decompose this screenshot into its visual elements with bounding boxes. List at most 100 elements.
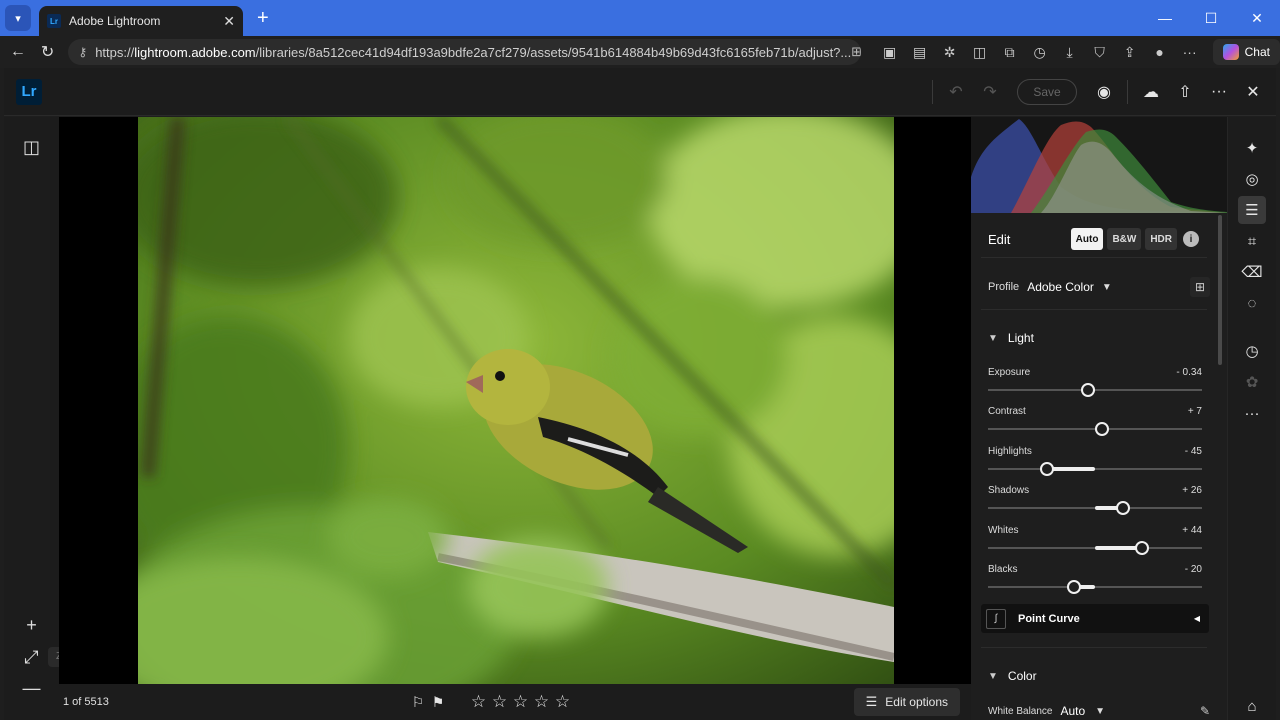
share-icon[interactable]: ⇪: [1115, 44, 1145, 61]
light-section-header[interactable]: ▼ Light: [988, 328, 1188, 348]
versions-clock-icon[interactable]: ◷: [1238, 337, 1266, 365]
slider-track[interactable]: [988, 586, 1202, 588]
star-icon[interactable]: ☆: [510, 692, 531, 712]
extension-icon[interactable]: ▣: [875, 44, 905, 61]
slider-track[interactable]: [988, 468, 1202, 470]
slider-value[interactable]: + 7: [1188, 406, 1202, 417]
app-available-icon[interactable]: ⊞: [851, 44, 860, 59]
eye-icon[interactable]: ◉: [1087, 75, 1121, 109]
slider-knob[interactable]: [1039, 462, 1054, 476]
magic-wand-icon[interactable]: ✦: [1238, 134, 1266, 162]
tab-actions-menu-button[interactable]: ▾: [5, 5, 31, 31]
save-button[interactable]: Save: [1017, 78, 1077, 105]
close-tab-icon[interactable]: ✕: [223, 13, 235, 30]
downloads-icon[interactable]: ⤓: [1055, 44, 1085, 61]
bw-button[interactable]: B&W: [1107, 228, 1142, 250]
slider-knob[interactable]: [1066, 580, 1081, 594]
slider-value[interactable]: - 45: [1185, 446, 1202, 457]
slider-label: Shadows: [988, 485, 1030, 496]
tag-icon[interactable]: ⌂: [1238, 692, 1266, 720]
color-section-header[interactable]: ▼ Color: [988, 666, 1188, 686]
slider-value[interactable]: - 20: [1185, 564, 1202, 575]
star-icon[interactable]: ☆: [489, 692, 510, 712]
auto-button[interactable]: Auto: [1070, 228, 1104, 250]
reject-flag-icon[interactable]: ⚑: [428, 694, 448, 711]
chevron-down-icon[interactable]: ▼: [1102, 282, 1112, 293]
copilot-chat-button[interactable]: Chat: [1212, 39, 1280, 65]
profile-browser-icon[interactable]: ⊞: [1190, 277, 1210, 297]
star-icon[interactable]: ☆: [531, 692, 552, 712]
remix-icon[interactable]: ✿: [1238, 368, 1266, 396]
history-icon[interactable]: ◷: [1025, 44, 1055, 61]
exposure-slider[interactable]: Exposure - 0.34: [988, 367, 1202, 397]
crop-icon[interactable]: ⌗: [1238, 227, 1266, 255]
edit-sliders-icon[interactable]: ☰: [1238, 196, 1266, 224]
profile-label: Profile: [988, 281, 1020, 293]
edit-options-label: Edit options: [885, 695, 948, 709]
maximize-icon[interactable]: ☐: [1188, 0, 1234, 36]
window-controls: — ☐ ✕: [1142, 0, 1280, 36]
white-balance-row: White Balance Auto ▼ ✎: [988, 702, 1210, 720]
slider-value[interactable]: - 0.34: [1176, 367, 1202, 378]
refresh-icon[interactable]: ↻: [33, 37, 63, 67]
whites-slider[interactable]: Whites + 44: [988, 525, 1202, 555]
collections-icon[interactable]: ⧉: [995, 44, 1025, 61]
url-field[interactable]: ⚷ https://lightroom.adobe.com/libraries/…: [68, 39, 861, 65]
undo-icon[interactable]: ↶: [939, 75, 973, 109]
chevron-down-icon[interactable]: ▼: [1095, 706, 1105, 717]
profile-avatar-icon[interactable]: ●: [1145, 44, 1175, 60]
contrast-slider[interactable]: Contrast + 7: [988, 406, 1202, 436]
slider-track[interactable]: [988, 389, 1202, 391]
star-icon[interactable]: ☆: [468, 692, 489, 712]
eyedropper-icon[interactable]: ✎: [1200, 704, 1210, 718]
profile-dropdown-value[interactable]: Adobe Color: [1027, 280, 1094, 294]
point-curve-section[interactable]: ∫ Point Curve ◀: [981, 604, 1209, 633]
blacks-slider[interactable]: Blacks - 20: [988, 564, 1202, 594]
cloud-icon[interactable]: ☁: [1134, 75, 1168, 109]
close-window-icon[interactable]: ✕: [1234, 0, 1280, 36]
hdr-button[interactable]: HDR: [1145, 228, 1177, 250]
browser-essentials-icon[interactable]: ⛉: [1085, 44, 1115, 61]
highlights-slider[interactable]: Highlights - 45: [988, 446, 1202, 476]
healing-eraser-icon[interactable]: ⌫: [1238, 258, 1266, 286]
share-export-icon[interactable]: ⇧: [1168, 75, 1202, 109]
close-editor-icon[interactable]: ✕: [1236, 75, 1270, 109]
plus-icon[interactable]: +: [4, 615, 59, 636]
flag-icon[interactable]: ⚐: [408, 694, 428, 711]
address-bar-actions: ⊞⊘☆: [851, 44, 860, 60]
more-tools-icon[interactable]: ···: [1238, 399, 1266, 427]
split-screen-icon[interactable]: ◫: [965, 44, 995, 61]
white-balance-dropdown-value[interactable]: Auto: [1060, 704, 1085, 718]
star-icon[interactable]: ☆: [552, 692, 573, 712]
minimize-icon[interactable]: —: [1142, 0, 1188, 36]
caret-left-icon[interactable]: ◀: [1194, 614, 1200, 623]
redo-icon[interactable]: ↷: [973, 75, 1007, 109]
color-title: Color: [1007, 669, 1037, 683]
profile-row: Profile Adobe Color ▼ ⊞: [988, 277, 1210, 297]
extension-badge-icon[interactable]: ▤: [905, 44, 935, 61]
slider-knob[interactable]: [1080, 383, 1095, 397]
browser-tab[interactable]: Lr Adobe Lightroom ✕: [39, 6, 243, 36]
slider-value[interactable]: + 44: [1182, 525, 1202, 536]
slider-knob[interactable]: [1115, 501, 1130, 515]
goldfinch-photo[interactable]: [138, 117, 894, 684]
slider-knob[interactable]: [1135, 541, 1150, 555]
compare-icon[interactable]: ◫: [4, 137, 59, 158]
photo-canvas[interactable]: [59, 117, 971, 684]
minus-icon[interactable]: —: [4, 678, 59, 699]
site-info-icon[interactable]: ⚷: [78, 45, 87, 59]
masking-icon[interactable]: ◌: [1238, 289, 1266, 317]
lightroom-logo[interactable]: Lr: [16, 78, 42, 105]
shadows-slider[interactable]: Shadows + 26: [988, 485, 1202, 515]
slider-value[interactable]: + 26: [1182, 485, 1202, 496]
new-tab-icon[interactable]: +: [257, 7, 269, 30]
panel-scrollbar[interactable]: [1218, 215, 1222, 365]
edit-options-button[interactable]: ☰ Edit options: [853, 688, 960, 716]
presets-icon[interactable]: ◎: [1238, 165, 1266, 193]
info-icon[interactable]: i: [1183, 231, 1199, 247]
slider-knob[interactable]: [1095, 422, 1110, 436]
back-arrow-icon[interactable]: ←: [3, 37, 33, 67]
more-menu-icon[interactable]: ···: [1202, 75, 1236, 109]
more-options-icon[interactable]: ···: [1175, 44, 1205, 60]
extensions-puzzle-icon[interactable]: ✲: [935, 44, 965, 61]
